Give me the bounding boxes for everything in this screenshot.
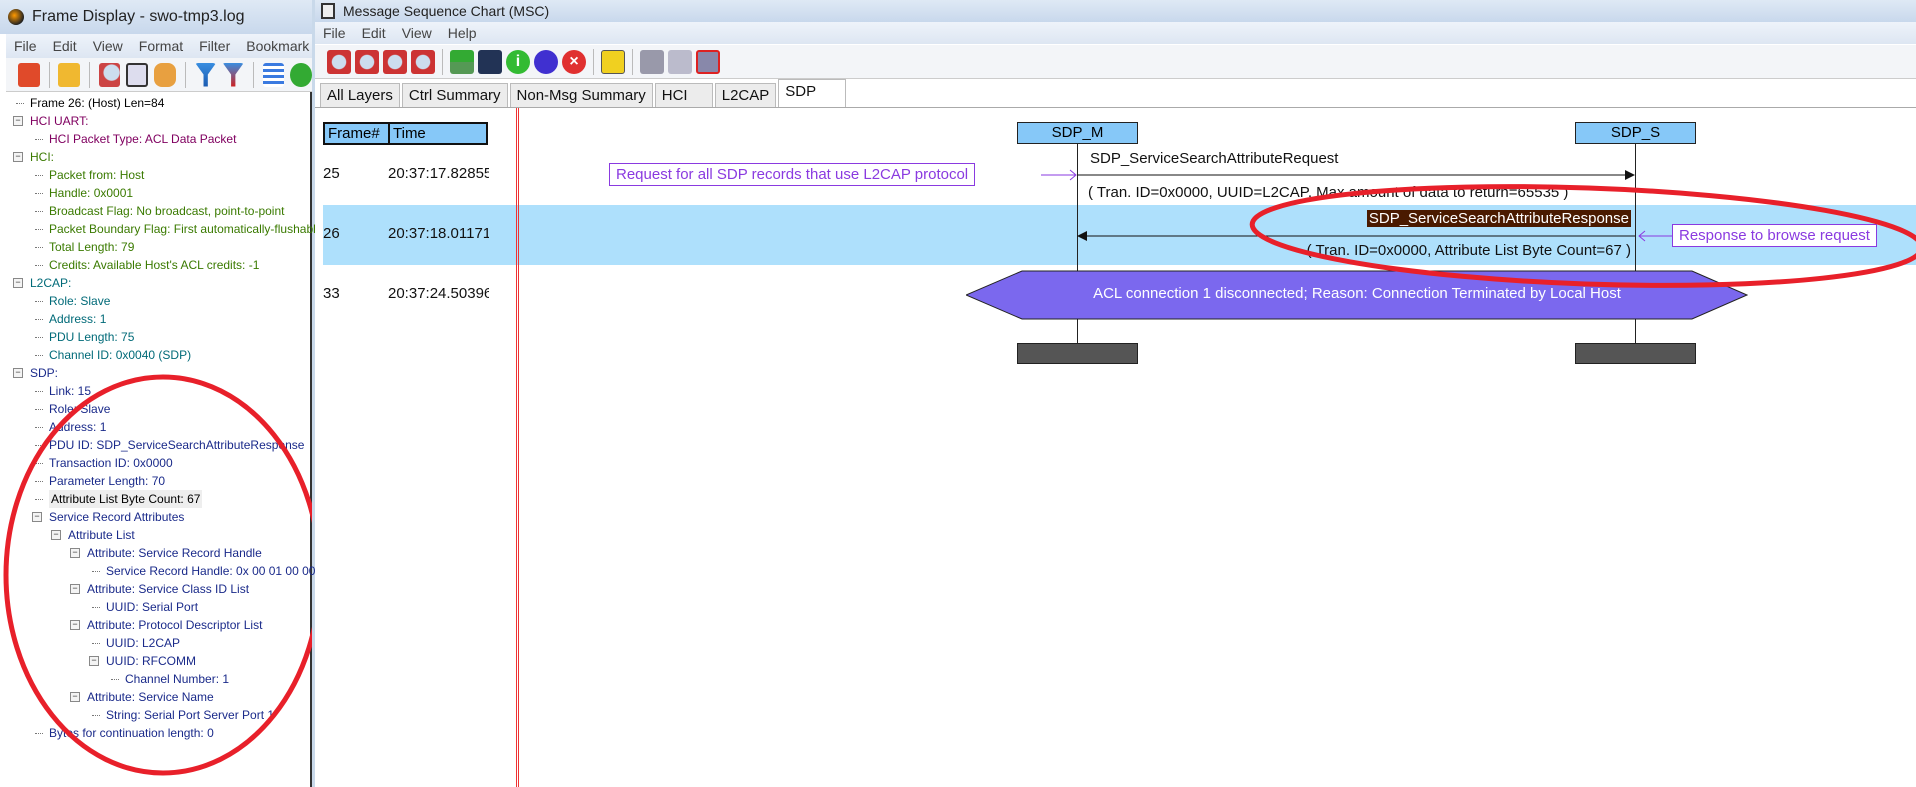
goto-icon[interactable] (450, 49, 474, 74)
lifeline-header-sdp-m[interactable]: SDP_M (1017, 122, 1138, 144)
msc-menubar: File Edit View Help (315, 22, 1916, 44)
msc-toolbar: i × (315, 45, 1916, 79)
menu-help[interactable]: Help (440, 25, 485, 44)
tab-l2cap[interactable]: L2CAP (714, 83, 777, 107)
tab-sdp[interactable]: SDP (778, 79, 847, 107)
row-time-25[interactable]: 20:37:17.828553 (388, 165, 489, 182)
annotation-ellipse-right (1249, 184, 1916, 288)
row-frame-33[interactable]: 33 (323, 285, 340, 302)
menu-view[interactable]: View (394, 25, 440, 44)
binoculars-icon[interactable] (478, 49, 502, 74)
print-preview-icon[interactable] (640, 49, 664, 74)
zoom-out-horizontal-icon[interactable] (355, 49, 379, 74)
column-splitter[interactable] (516, 108, 519, 787)
msc-window: Message Sequence Chart (MSC) File Edit Vie… (315, 0, 1916, 787)
row-time-33[interactable]: 20:37:24.503966 (388, 285, 489, 302)
print-icon[interactable] (668, 49, 692, 74)
menu-edit[interactable]: Edit (354, 25, 394, 44)
row-frame-26[interactable]: 26 (323, 225, 340, 242)
layer-tabs: All Layers Ctrl Summary Non-Msg Summary … (315, 79, 1916, 108)
lifeline-end-sdp-m (1017, 343, 1138, 364)
tab-non-msg-summary[interactable]: Non-Msg Summary (509, 83, 653, 107)
window-title: Message Sequence Chart (MSC) (343, 3, 550, 19)
zoom-in-vertical-icon[interactable] (383, 49, 407, 74)
msc-titlebar: Message Sequence Chart (MSC) (315, 0, 1916, 22)
row-frame-25[interactable]: 25 (323, 165, 340, 182)
tab-all-layers[interactable]: All Layers (320, 83, 400, 107)
tab-ctrl-summary[interactable]: Ctrl Summary (401, 83, 508, 107)
annotation-ellipse-left (3, 374, 312, 776)
lock-icon[interactable] (601, 49, 625, 74)
frame-time-list: 25 20:37:17.828553 26 20:37:18.011717 33… (323, 165, 489, 315)
tab-hci[interactable]: HCI (654, 83, 713, 107)
msc-app-icon (321, 3, 335, 19)
close-icon[interactable]: × (562, 49, 586, 74)
menu-file[interactable]: File (315, 25, 354, 44)
lifeline-end-sdp-s (1575, 343, 1696, 364)
frame-display-window: Frame Display - swo-tmp3.log File Edit Vie… (0, 0, 322, 787)
print-cancel-icon[interactable] (696, 49, 720, 74)
request-message-label[interactable]: SDP_ServiceSearchAttributeRequest (1090, 150, 1338, 167)
zoom-in-horizontal-icon[interactable] (327, 49, 351, 74)
request-note: Request for all SDP records that use L2C… (609, 163, 976, 186)
frame-column-header[interactable]: Frame# (323, 122, 390, 145)
zoom-out-vertical-icon[interactable] (411, 49, 435, 74)
time-column-header[interactable]: Time (388, 122, 488, 145)
stop-icon[interactable] (534, 49, 558, 74)
row-time-26[interactable]: 20:37:18.011717 (388, 225, 489, 242)
request-note-pointer (1041, 169, 1077, 181)
lifeline-header-sdp-s[interactable]: SDP_S (1575, 122, 1696, 144)
